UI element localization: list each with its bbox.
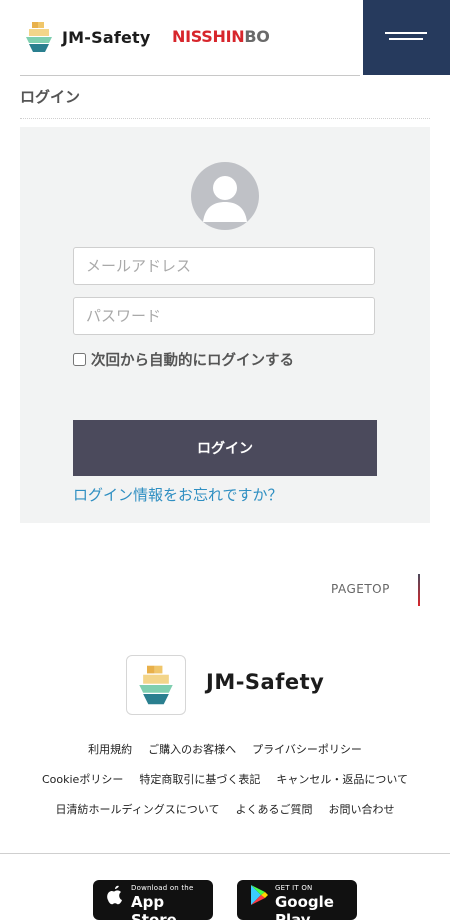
menu-button[interactable] [363,0,450,75]
appstore-badge[interactable]: Download on the App Store [93,880,213,920]
footer-link-cookie[interactable]: Cookieポリシー [42,771,123,787]
site-header: JM-Safety NISSHINBO [0,0,450,75]
googleplay-badge[interactable]: GET IT ON Google Play [237,880,357,920]
footer-links-row: Cookieポリシー 特定商取引に基づく表記 キャンセル・返品について [0,771,450,787]
footer-link-faq[interactable]: よくあるご質問 [235,801,312,817]
footer-divider [0,853,450,854]
password-input[interactable] [73,297,375,335]
forgot-password-link[interactable]: ログイン情報をお忘れですか？ [73,484,283,505]
footer-links-row: 利用規約 ご購入のお客様へ プライバシーポリシー [0,741,450,757]
nisshinbo-logo[interactable]: NISSHINBO [172,27,270,46]
footer-brand-name: JM-Safety [206,670,325,694]
remember-me[interactable]: 次回から自動的にログインする [73,349,294,370]
email-input[interactable] [73,247,375,285]
footer-links-row: 日清紡ホールディングスについて よくあるご質問 お問い合わせ [0,801,450,817]
footer-logo[interactable] [126,655,186,715]
pagetop-link[interactable]: PAGETOP [331,582,390,596]
footer-link-privacy[interactable]: プライバシーポリシー [252,741,362,757]
login-panel: 次回から自動的にログインする ログイン ログイン情報をお忘れですか？ [20,127,430,523]
googleplay-small-text: GET IT ON [275,884,313,892]
apple-icon [107,885,122,905]
remember-checkbox[interactable] [73,353,86,366]
login-button[interactable]: ログイン [73,420,377,476]
partner-logo-red: NISSHIN [172,27,245,46]
appstore-big-text: App Store [131,893,177,920]
page-title: ログイン [20,88,81,106]
footer-link-cancel[interactable]: キャンセル・返品について [276,771,408,787]
footer-link-contact[interactable]: お問い合わせ [328,801,394,817]
footer-link-terms[interactable]: 利用規約 [88,741,132,757]
googleplay-big-text: Google Play [275,893,334,920]
header-divider [20,75,360,76]
footer-link-purchase[interactable]: ご購入のお客様へ [148,741,236,757]
footer-link-commerce[interactable]: 特定商取引に基づく表記 [139,771,260,787]
partner-logo-gray: BO [244,27,270,46]
brand-name: JM-Safety [62,27,151,47]
google-play-icon [251,885,268,905]
appstore-small-text: Download on the [131,884,194,892]
ship-logo-icon [139,665,173,705]
pagetop-accent [418,574,420,606]
title-divider [20,118,430,119]
hamburger-icon [385,32,427,34]
user-avatar-icon [191,162,259,230]
ship-logo-icon [26,22,52,52]
remember-label: 次回から自動的にログインする [91,353,294,369]
hamburger-icon-bar [389,38,423,40]
brand-logo-link[interactable]: JM-Safety [25,20,151,54]
footer-link-holdings[interactable]: 日清紡ホールディングスについて [56,801,220,817]
